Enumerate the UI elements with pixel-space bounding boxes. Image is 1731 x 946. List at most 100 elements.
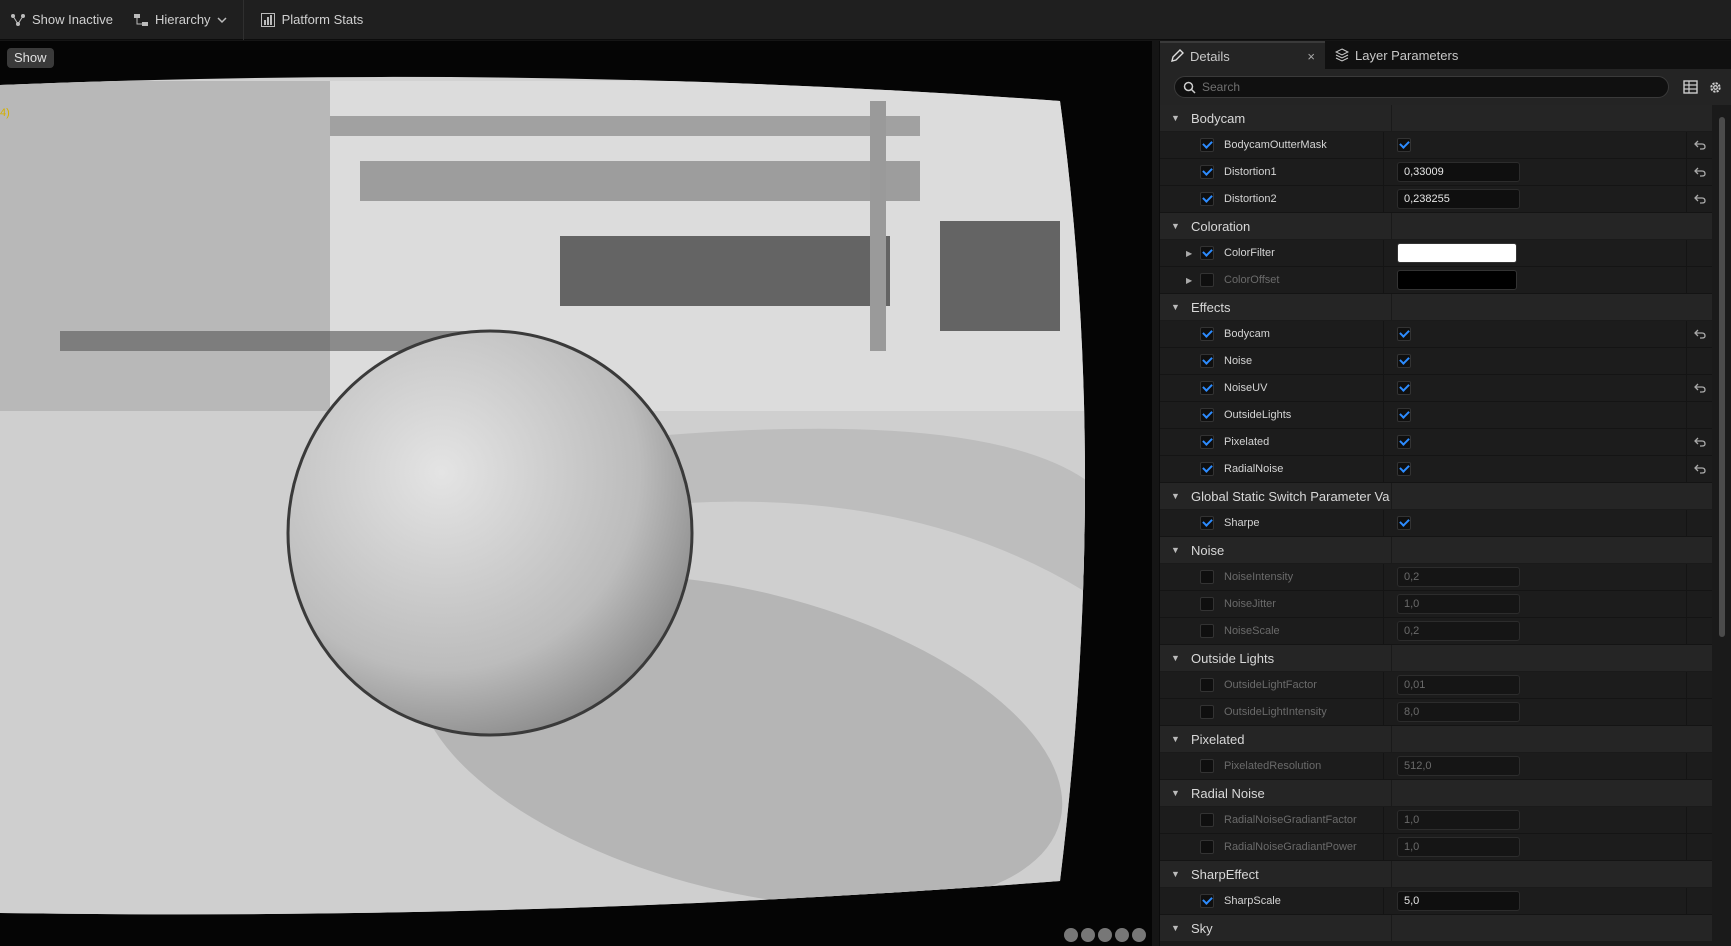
chevron-down-icon[interactable]: ▼	[1171, 788, 1183, 798]
cylinder-icon[interactable]	[1064, 928, 1078, 942]
value-checkbox[interactable]	[1397, 354, 1411, 368]
override-checkbox[interactable]	[1200, 138, 1214, 152]
value-number-field[interactable]: 5,0	[1397, 891, 1520, 911]
search-box[interactable]	[1174, 76, 1669, 98]
show-inactive-button[interactable]: Show Inactive	[0, 0, 123, 40]
property-name-cell: Noise	[1160, 348, 1383, 375]
override-checkbox[interactable]	[1200, 705, 1214, 719]
category-header[interactable]: ▼ Noise	[1160, 536, 1712, 564]
value-checkbox[interactable]	[1397, 327, 1411, 341]
tab-details[interactable]: Details ×	[1160, 41, 1325, 69]
chevron-down-icon[interactable]: ▼	[1171, 653, 1183, 663]
value-checkbox[interactable]	[1397, 408, 1411, 422]
category-header[interactable]: ▼ Bodycam	[1160, 104, 1712, 132]
property-name-cell: NoiseJitter	[1160, 591, 1383, 618]
search-input[interactable]	[1202, 80, 1622, 94]
override-checkbox[interactable]	[1200, 678, 1214, 692]
chevron-down-icon[interactable]: ▼	[1171, 491, 1183, 501]
override-checkbox[interactable]	[1200, 624, 1214, 638]
value-number-field[interactable]: 8,0	[1397, 702, 1520, 722]
viewport-show-button[interactable]: Show	[7, 48, 54, 68]
chevron-down-icon[interactable]: ▼	[1171, 869, 1183, 879]
override-checkbox[interactable]	[1200, 597, 1214, 611]
override-checkbox[interactable]	[1200, 192, 1214, 206]
override-checkbox[interactable]	[1200, 813, 1214, 827]
hierarchy-dropdown[interactable]: Hierarchy	[123, 0, 237, 40]
chevron-down-icon[interactable]: ▼	[1171, 923, 1183, 933]
value-number-field[interactable]: 0,01	[1397, 675, 1520, 695]
vertical-scrollbar[interactable]	[1719, 117, 1725, 637]
value-number-field[interactable]: 1,0	[1397, 837, 1520, 857]
chevron-down-icon[interactable]: ▼	[1171, 545, 1183, 555]
reset-to-default-icon[interactable]	[1693, 437, 1706, 447]
sphere-icon[interactable]	[1081, 928, 1095, 942]
value-number-field[interactable]: 0,2	[1397, 567, 1520, 587]
value-number-field[interactable]: 512,0	[1397, 756, 1520, 776]
platform-stats-button[interactable]: Platform Stats	[250, 0, 374, 40]
category-header[interactable]: ▼ Global Static Switch Parameter Va	[1160, 482, 1712, 510]
reset-to-default-icon[interactable]	[1693, 464, 1706, 474]
category-header[interactable]: ▼ Radial Noise	[1160, 779, 1712, 807]
value-checkbox[interactable]	[1397, 462, 1411, 476]
value-number-field[interactable]: 1,0	[1397, 810, 1520, 830]
value-checkbox[interactable]	[1397, 435, 1411, 449]
category-header[interactable]: ▼ Pixelated	[1160, 725, 1712, 753]
value-number-field[interactable]: 0,238255	[1397, 189, 1520, 209]
override-checkbox[interactable]	[1200, 273, 1214, 287]
category-title: Pixelated	[1191, 731, 1245, 747]
teapot-icon[interactable]	[1132, 928, 1146, 942]
chevron-down-icon[interactable]: ▼	[1171, 113, 1183, 123]
category-header[interactable]: ▼ SharpEffect	[1160, 860, 1712, 888]
override-checkbox[interactable]	[1200, 165, 1214, 179]
chevron-down-icon[interactable]: ▼	[1171, 221, 1183, 231]
override-checkbox[interactable]	[1200, 894, 1214, 908]
chevron-down-icon[interactable]: ▼	[1171, 734, 1183, 744]
color-swatch[interactable]	[1397, 270, 1517, 290]
value-number-field[interactable]: 0,2	[1397, 621, 1520, 641]
reset-cell	[1686, 563, 1712, 591]
override-checkbox[interactable]	[1200, 462, 1214, 476]
table-view-icon[interactable]	[1683, 79, 1698, 94]
color-swatch[interactable]	[1397, 243, 1517, 263]
property-value-cell: 0,33009	[1383, 158, 1686, 186]
cube-icon[interactable]	[1115, 928, 1129, 942]
property-name-cell: Distortion2	[1160, 186, 1383, 213]
override-checkbox[interactable]	[1200, 570, 1214, 584]
value-number-field[interactable]: 0,33009	[1397, 162, 1520, 182]
override-checkbox[interactable]	[1200, 327, 1214, 341]
plane-icon[interactable]	[1098, 928, 1112, 942]
property-name: NoiseScale	[1224, 625, 1280, 637]
chevron-right-icon[interactable]: ▶	[1186, 276, 1200, 285]
value-checkbox[interactable]	[1397, 138, 1411, 152]
override-checkbox[interactable]	[1200, 354, 1214, 368]
override-checkbox[interactable]	[1200, 840, 1214, 854]
override-checkbox[interactable]	[1200, 246, 1214, 260]
reset-to-default-icon[interactable]	[1693, 329, 1706, 339]
material-preview-viewport[interactable]: Show 4)	[0, 41, 1152, 946]
category-header[interactable]: ▼ Effects	[1160, 293, 1712, 321]
property-name-cell: NoiseScale	[1160, 618, 1383, 645]
override-checkbox[interactable]	[1200, 408, 1214, 422]
override-checkbox[interactable]	[1200, 516, 1214, 530]
override-checkbox[interactable]	[1200, 435, 1214, 449]
tab-layer-parameters[interactable]: Layer Parameters	[1325, 41, 1468, 69]
value-checkbox[interactable]	[1397, 381, 1411, 395]
category-header[interactable]: ▼ Coloration	[1160, 212, 1712, 240]
category-split	[1391, 482, 1712, 510]
chevron-down-icon[interactable]: ▼	[1171, 302, 1183, 312]
category-header[interactable]: ▼ Sky	[1160, 914, 1712, 942]
reset-to-default-icon[interactable]	[1693, 167, 1706, 177]
category-title: Coloration	[1191, 218, 1251, 234]
reset-to-default-icon[interactable]	[1693, 140, 1706, 150]
value-checkbox[interactable]	[1397, 516, 1411, 530]
category-header[interactable]: ▼ Outside Lights	[1160, 644, 1712, 672]
reset-to-default-icon[interactable]	[1693, 383, 1706, 393]
network-icon	[11, 13, 25, 26]
value-number-field[interactable]: 1,0	[1397, 594, 1520, 614]
override-checkbox[interactable]	[1200, 381, 1214, 395]
close-icon[interactable]: ×	[1307, 49, 1315, 64]
chevron-right-icon[interactable]: ▶	[1186, 249, 1200, 258]
reset-to-default-icon[interactable]	[1693, 194, 1706, 204]
gear-icon[interactable]	[1708, 80, 1723, 95]
override-checkbox[interactable]	[1200, 759, 1214, 773]
